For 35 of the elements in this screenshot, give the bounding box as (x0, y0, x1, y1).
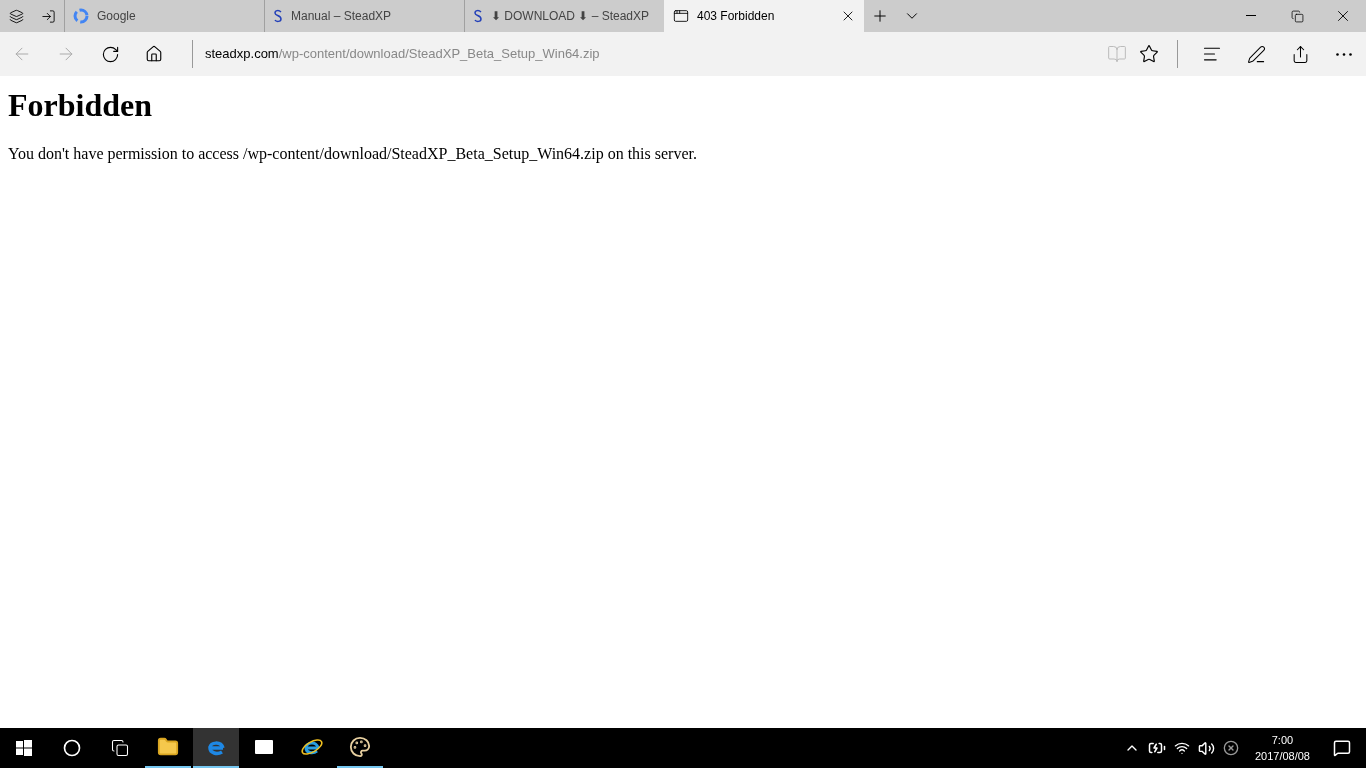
tab-title: ⬇ DOWNLOAD ⬇ – SteadXP (491, 8, 651, 25)
windows-logo-icon (16, 740, 32, 756)
home-icon (145, 45, 163, 63)
clock-date: 2017/08/08 (1254, 749, 1310, 764)
refresh-icon (100, 44, 120, 64)
more-icon (1336, 52, 1352, 56)
letter-logo-icon (273, 9, 283, 23)
tab-title: Manual – SteadXP (291, 8, 393, 25)
page-icon (673, 8, 689, 24)
tab-title: Google (97, 8, 137, 25)
restore-icon (1290, 9, 1304, 23)
close-circle-icon[interactable] (1222, 740, 1239, 756)
tabs-icon (8, 8, 24, 24)
page-heading: Forbidden (8, 86, 154, 125)
palette-icon (349, 736, 371, 758)
clock[interactable]: 7:00 2017/08/08 (1246, 728, 1318, 768)
task-view-icon (111, 739, 129, 757)
notification-icon (1333, 739, 1351, 757)
taskbar-app[interactable] (193, 728, 239, 768)
plus-icon (871, 7, 889, 25)
minimize-icon (1246, 15, 1256, 17)
circle-icon (63, 739, 81, 757)
letter-logo-icon (473, 9, 483, 23)
tab-title: 403 Forbidden (697, 8, 776, 25)
browser-tab[interactable]: 403 Forbidden (664, 0, 864, 32)
pen-icon (1246, 44, 1266, 64)
star-icon (1139, 44, 1159, 64)
volume-icon[interactable] (1197, 739, 1215, 757)
set-aside-icon (40, 8, 56, 24)
wifi-icon[interactable] (1173, 740, 1190, 756)
folder-icon (157, 736, 179, 758)
address-field[interactable]: steadxp.com/wp-content/download/SteadXP_Beta_Setup_Win64.zip (205, 44, 1101, 64)
clock-time: 7:00 (1271, 733, 1294, 748)
book-icon (1107, 44, 1127, 64)
error-message: You don't have permission to access /wp-content/download/SteadXP_Beta_Setup_Win64.zip on this server. (8, 144, 698, 165)
